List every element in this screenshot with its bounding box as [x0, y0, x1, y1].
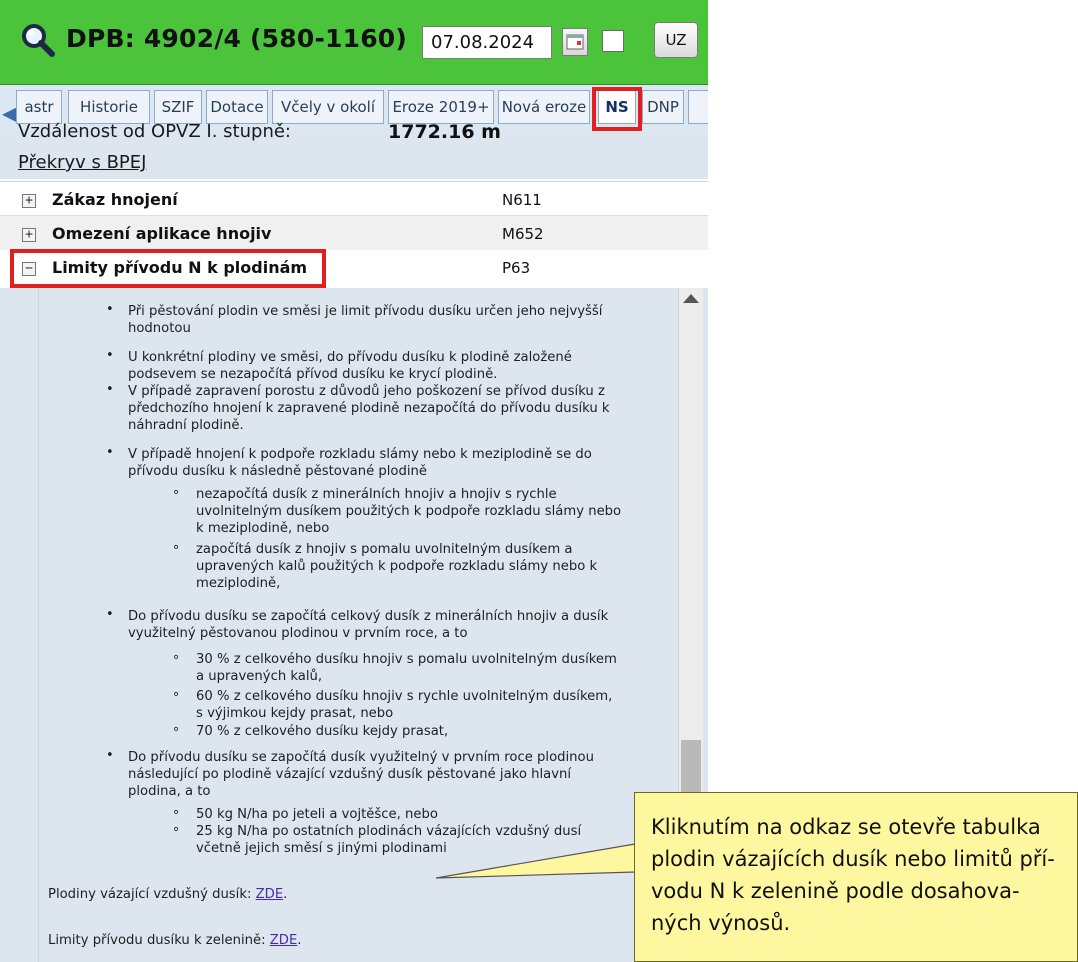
content-line: plodina, a to — [128, 784, 211, 799]
ns-tab-highlight — [592, 87, 642, 131]
content-line: využitelný pěstovanou plodinou v prvním … — [128, 626, 468, 641]
row-label: Omezení aplikace hnojiv — [52, 224, 272, 243]
content-line: přívodu dusíku k následně pěstované plod… — [128, 464, 427, 479]
tab-nova-eroze[interactable]: Nová eroze — [498, 90, 590, 124]
crops-label: Plodiny vázající vzdušný dusík: — [48, 887, 256, 902]
sub-bullet: ∘ — [172, 485, 181, 500]
crops-line: Plodiny vázající vzdušný dusík: ZDE. — [48, 886, 287, 903]
tab-eroze-2019[interactable]: Eroze 2019+ — [388, 90, 494, 124]
limity-row-highlight — [10, 249, 326, 288]
scroll-up-arrow-icon[interactable] — [683, 294, 699, 303]
callout-line: Kliknutím na odkaz se otevře tabulka — [651, 815, 1041, 839]
content-line: následující po plodině vázající vzdušný … — [128, 767, 572, 782]
row-label: Zákaz hnojení — [52, 190, 178, 209]
callout-pointer — [435, 843, 637, 879]
content-line: U konkrétní plodiny ve směsi, do přívodu… — [128, 350, 572, 365]
bullet: • — [106, 748, 114, 763]
content-line: s výjimkou kejdy prasat, nebo — [196, 706, 394, 721]
date-input[interactable] — [422, 26, 552, 59]
tab-vcely-v-okoli[interactable]: Včely v okolí — [272, 90, 384, 124]
parcel-title: DPB: 4902/4 (580-1160) — [66, 24, 408, 53]
bullet: • — [106, 348, 114, 363]
sub-bullet: ∘ — [172, 805, 181, 820]
content-line: meziplodině, — [196, 576, 281, 591]
tab-overflow[interactable] — [688, 90, 708, 124]
calendar-icon — [566, 34, 584, 50]
content-line: předchozího hnojení k zapravené plodině … — [128, 401, 610, 416]
tab-dotace[interactable]: Dotace — [206, 90, 268, 124]
content-line: započítá dusík z hnojiv s pomalu uvolnit… — [196, 542, 573, 557]
callout-line: ných výnosů. — [651, 911, 791, 935]
row-code: P63 — [502, 259, 531, 277]
period: . — [283, 887, 288, 902]
content-line: 50 kg N/ha po jeteli a vojtěšce, nebo — [196, 807, 438, 822]
vegetable-line: Limity přívodu dusíku k zelenině: ZDE. — [48, 932, 302, 949]
tab-historie[interactable]: Historie — [68, 90, 150, 124]
content-line: Do přívodu dusíku se započítá dusík využ… — [128, 750, 594, 765]
vegetable-zde-link[interactable]: ZDE — [270, 933, 298, 948]
content-line: náhradní plodině. — [128, 418, 244, 433]
header-checkbox[interactable] — [602, 30, 624, 52]
content-line: 60 % z celkového dusíku hnojiv s rychle … — [196, 689, 613, 704]
distance-label: Vzdálenost od OPVZ I. stupně: — [18, 121, 291, 142]
callout-tooltip: Kliknutím na odkaz se otevře tabulka plo… — [634, 792, 1078, 962]
content-line: 25 kg N/ha po ostatních plodinách vázají… — [196, 824, 582, 839]
content-line: V případě zapravení porostu z důvodů jeh… — [128, 384, 605, 399]
content-line: nezapočítá dusík z minerálních hnojiv a … — [196, 487, 557, 502]
calendar-button[interactable] — [562, 28, 588, 56]
bullet: • — [106, 302, 114, 317]
callout-line: vodu N k zelenině podle dosahova- — [651, 879, 1020, 903]
content-line: upravených kalů použitých k podpoře rozk… — [196, 559, 598, 574]
expand-plus-icon[interactable]: + — [22, 194, 36, 208]
sub-bullet: ∘ — [172, 822, 181, 837]
tab-katastr[interactable]: astr — [16, 90, 62, 124]
row-code: M652 — [502, 225, 544, 243]
tab-szif[interactable]: SZIF — [154, 90, 202, 124]
crops-zde-link[interactable]: ZDE — [256, 887, 284, 902]
period: . — [297, 933, 302, 948]
content-line: 70 % z celkového dusíku kejdy prasat, — [196, 724, 449, 739]
sub-bullet: ∘ — [172, 687, 181, 702]
bullet: • — [106, 607, 114, 622]
uz-button[interactable]: UZ — [654, 22, 698, 58]
content-line: podsevem se nezapočítá přívod dusíku ke … — [128, 367, 498, 382]
content-line: 30 % z celkového dusíku hnojiv s pomalu … — [196, 652, 617, 667]
search-icon[interactable] — [18, 20, 58, 60]
content-line: k meziplodině, nebo — [196, 521, 330, 536]
sub-bullet: ∘ — [172, 540, 181, 555]
content-line: V případě hnojení k podpoře rozkladu slá… — [128, 447, 592, 462]
bullet: • — [106, 445, 114, 460]
vegetable-label: Limity přívodu dusíku k zelenině: — [48, 933, 270, 948]
distance-value: 1772.16 m — [388, 121, 501, 143]
content-line: uvolnitelným dusíkem použitých k podpoře… — [196, 504, 622, 519]
sub-bullet: ∘ — [172, 650, 181, 665]
bpej-overlap-link[interactable]: Překryv s BPEJ — [18, 152, 146, 173]
ns-panel: DPB: 4902/4 (580-1160) UZ ◀ astr Histori… — [0, 0, 708, 962]
content-line: Do přívodu dusíku se započítá celkový du… — [128, 609, 609, 624]
sub-bullet: ∘ — [172, 722, 181, 737]
tab-dnp[interactable]: DNP — [642, 90, 684, 124]
content-line: včetně jejich směsí s jinými plodinami — [196, 841, 447, 856]
content-line: a upravených kalů, — [196, 669, 323, 684]
row-code: N611 — [502, 191, 542, 209]
content-line: hodnotou — [128, 321, 191, 336]
bullet: • — [106, 382, 114, 397]
content-line: Při pěstování plodin ve směsi je limit p… — [128, 304, 603, 319]
header-bar: DPB: 4902/4 (580-1160) UZ — [0, 0, 708, 85]
expand-plus-icon[interactable]: + — [22, 228, 36, 242]
callout-line: plodin vázajících dusík nebo limitů pří- — [651, 847, 1055, 871]
